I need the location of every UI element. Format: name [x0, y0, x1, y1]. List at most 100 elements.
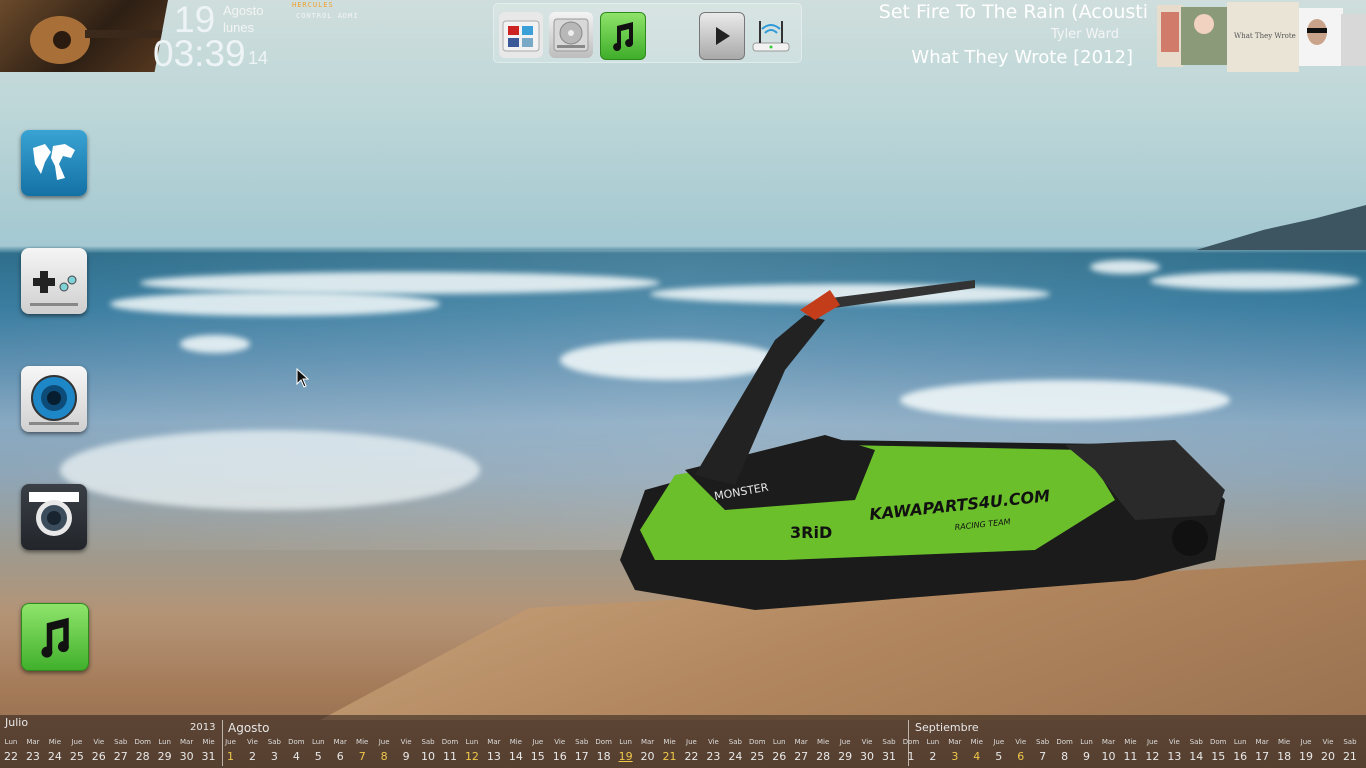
calendar-day[interactable]: Dom 18 — [593, 738, 615, 763]
calendar-day[interactable]: Dom 1 — [900, 738, 922, 763]
calendar-day[interactable]: Lun 5 — [307, 738, 329, 763]
calendar-day[interactable]: Vie 20 — [1317, 738, 1339, 763]
calendar-day-number: 9 — [402, 750, 410, 763]
clock-time: 03:39 — [153, 33, 246, 74]
calendar-day[interactable]: Mie 24 — [44, 738, 66, 763]
calendar-day[interactable]: Mar 20 — [637, 738, 659, 763]
world-map-icon[interactable] — [21, 130, 87, 196]
calendar-day[interactable]: Mie 11 — [1119, 738, 1141, 763]
calendar-day[interactable]: Lun 16 — [1229, 738, 1251, 763]
calendar-day[interactable]: Mie 31 — [198, 738, 220, 763]
calendar-day-number: 4 — [973, 750, 981, 763]
calendar-day[interactable]: Lun 12 — [461, 738, 483, 763]
calendar-day[interactable]: Sab 17 — [571, 738, 593, 763]
calendar-day[interactable]: Jue 1 — [220, 738, 242, 763]
calendar-day[interactable]: Jue 25 — [66, 738, 88, 763]
wave — [110, 292, 440, 316]
calendar-day[interactable]: Mar 13 — [483, 738, 505, 763]
calendar-day[interactable]: Mie 28 — [812, 738, 834, 763]
camera-icon[interactable] — [21, 484, 87, 550]
calendar-day[interactable]: Mie 7 — [351, 738, 373, 763]
calendar-weekday-label: Lun — [772, 738, 786, 746]
calendar-day[interactable]: Sab 7 — [1032, 738, 1054, 763]
calendar-day[interactable]: Sab 14 — [1185, 738, 1207, 763]
calendar-day[interactable]: Jue 15 — [527, 738, 549, 763]
link-control-admin[interactable]: CONTROL ADMI — [292, 11, 359, 22]
wifi-router-icon[interactable] — [749, 12, 793, 58]
calendar-day-number: 5 — [314, 750, 322, 763]
album-covers-strip[interactable]: What They Wrote — [1157, 2, 1366, 72]
calendar-day-number: 20 — [1321, 750, 1335, 763]
calendar-day[interactable]: Dom 28 — [132, 738, 154, 763]
calendar-weekday-label: Mar — [1255, 738, 1269, 746]
calendar-day[interactable]: Mar 3 — [944, 738, 966, 763]
calendar-day[interactable]: Dom 4 — [285, 738, 307, 763]
calendar-day[interactable]: Sab 27 — [110, 738, 132, 763]
calendar-weekday-label: Mar — [26, 738, 40, 746]
calendar-day-number: 23 — [25, 750, 40, 763]
calendar-day[interactable]: Dom 8 — [1054, 738, 1076, 763]
link-hercules[interactable]: HERCULES — [292, 0, 359, 11]
calendar-day[interactable]: Dom 11 — [439, 738, 461, 763]
calendar-day-number: 21 — [662, 750, 677, 763]
calendar-day-number: 29 — [157, 750, 172, 763]
calendar-day[interactable]: Mie 4 — [966, 738, 988, 763]
calendar-day[interactable]: Jue 22 — [680, 738, 702, 763]
calendar-day[interactable]: Mar 23 — [22, 738, 44, 763]
calendar-day[interactable]: Dom 15 — [1207, 738, 1229, 763]
gamepad-icon[interactable] — [21, 248, 87, 314]
music-note-icon[interactable] — [600, 12, 646, 60]
calendar-day[interactable]: Mar 10 — [1098, 738, 1120, 763]
calendar-weekday-label: Mie — [202, 738, 215, 746]
calendar-day-number: 26 — [91, 750, 106, 763]
calendar-day[interactable]: Jue 8 — [373, 738, 395, 763]
social-folder-icon[interactable] — [499, 12, 543, 58]
play-icon[interactable] — [699, 12, 745, 60]
music-note-icon[interactable] — [21, 603, 89, 671]
calendar-day[interactable]: Jue 5 — [988, 738, 1010, 763]
calendar-day[interactable]: Vie 26 — [88, 738, 110, 763]
calendar-day[interactable]: Sab 21 — [1339, 738, 1361, 763]
calendar-day[interactable]: Vie 16 — [549, 738, 571, 763]
calendar-day[interactable]: Sab 24 — [724, 738, 746, 763]
calendar-day[interactable]: Jue 29 — [834, 738, 856, 763]
calendar-day[interactable]: Vie 30 — [856, 738, 878, 763]
clock-month: Agosto — [223, 3, 264, 18]
calendar-day-number: 10 — [1101, 750, 1116, 763]
now-playing-album: What They Wrote [2012] — [911, 47, 1133, 68]
calendar-day[interactable]: Sab 31 — [878, 738, 900, 763]
calendar-day[interactable]: Sab 10 — [417, 738, 439, 763]
calendar-day[interactable]: Lun 29 — [154, 738, 176, 763]
calendar-day[interactable]: Mar 6 — [329, 738, 351, 763]
calendar-day[interactable]: Mar 17 — [1251, 738, 1273, 763]
calendar-day[interactable]: Lun 2 — [922, 738, 944, 763]
calendar-day-number: 19 — [1299, 750, 1314, 763]
calendar-day[interactable]: Lun 26 — [768, 738, 790, 763]
calendar-weekday-label: Lun — [1080, 738, 1093, 746]
calendar-weekday-label: Sab — [1189, 738, 1203, 746]
calendar-day[interactable]: Mie 21 — [659, 738, 681, 763]
calendar-day[interactable]: Vie 13 — [1163, 738, 1185, 763]
calendar-weekday-label: Dom — [902, 738, 920, 746]
hard-drive-icon[interactable] — [549, 12, 593, 58]
calendar-day[interactable]: Mar 27 — [790, 738, 812, 763]
calendar-day[interactable]: Lun 19 — [615, 738, 637, 763]
calendar-day-number: 27 — [113, 750, 128, 763]
calendar-day-number: 15 — [530, 750, 545, 763]
calendar-day[interactable]: Sab 3 — [263, 738, 285, 763]
calendar-day[interactable]: Mie 18 — [1273, 738, 1295, 763]
calendar-day[interactable]: Lun 9 — [1076, 738, 1098, 763]
calendar-day[interactable]: Mie 14 — [505, 738, 527, 763]
calendar-day[interactable]: Mar 30 — [176, 738, 198, 763]
calendar-day[interactable]: Vie 9 — [395, 738, 417, 763]
calendar-day[interactable]: Lun 22 — [0, 738, 22, 763]
calendar-day[interactable]: Vie 2 — [241, 738, 263, 763]
eye-icon[interactable] — [21, 366, 87, 432]
calendar-day[interactable]: Jue 19 — [1295, 738, 1317, 763]
calendar-day[interactable]: Dom 25 — [746, 738, 768, 763]
calendar-day[interactable]: Jue 12 — [1141, 738, 1163, 763]
calendar-day[interactable]: Vie 6 — [1010, 738, 1032, 763]
calendar-day[interactable]: Vie 23 — [702, 738, 724, 763]
calendar-day-number: 31 — [201, 750, 216, 763]
calendar-weekday-label: Sab — [728, 738, 742, 746]
